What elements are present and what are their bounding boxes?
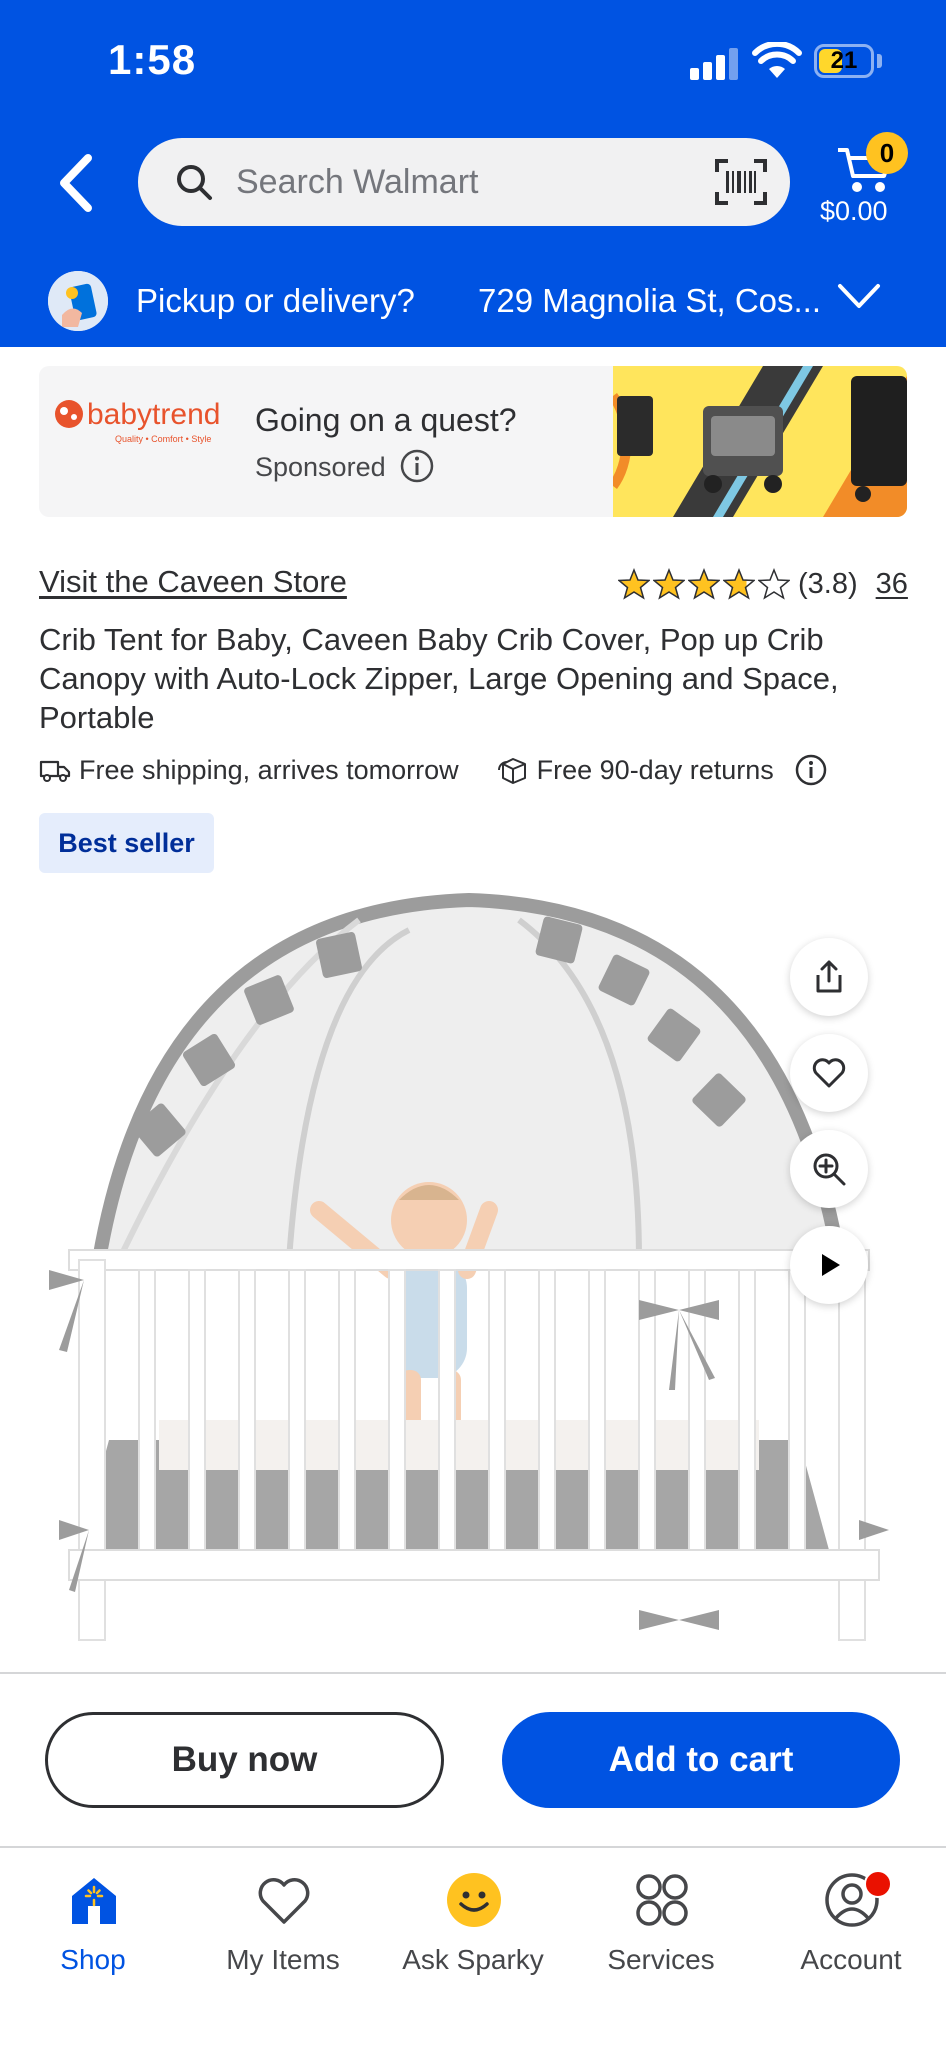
play-icon (822, 1254, 840, 1276)
status-time: 1:58 (108, 36, 197, 83)
tab-label: Ask Sparky (402, 1944, 544, 1975)
cart-button[interactable]: 0 $0.00 (818, 132, 928, 232)
tab-ask-sparky[interactable]: Ask Sparky (388, 1872, 558, 1982)
tab-label: Services (607, 1944, 715, 1975)
sponsored-ad-banner[interactable]: babytrend Quality • Comfort • Style Goin… (39, 366, 907, 517)
ad-title: Going on a quest? (255, 402, 517, 438)
tab-services[interactable]: Services (576, 1872, 746, 1982)
notification-dot (864, 1870, 892, 1898)
best-seller-badge: Best seller (39, 813, 214, 873)
star-empty-icon (758, 568, 790, 600)
truck-icon (39, 760, 71, 782)
add-to-cart-button[interactable]: Add to cart (502, 1712, 900, 1808)
favorite-button[interactable] (790, 1034, 868, 1112)
shipping-text: Free shipping, arrives tomorrow (79, 754, 459, 785)
services-icon (636, 1874, 688, 1926)
fulfillment-info: Free shipping, arrives tomorrow Free 90-… (39, 752, 828, 788)
search-icon (177, 165, 212, 200)
search-input[interactable] (236, 138, 636, 226)
pickup-label: Pickup or delivery? (136, 282, 415, 319)
star-partial-icon (723, 568, 755, 600)
tab-shop[interactable]: Shop (8, 1872, 178, 1982)
pickup-avatar-icon (48, 271, 108, 331)
divider (0, 1672, 946, 1674)
zoom-button[interactable] (790, 1130, 868, 1208)
search-bar[interactable] (138, 138, 790, 226)
cart-total: $0.00 (820, 196, 888, 226)
star-full-icon (653, 568, 685, 600)
battery-level: 21 (830, 47, 858, 74)
product-rating[interactable]: (3.8) 36 (618, 564, 908, 604)
svg-text:Quality • Comfort • Style: Quality • Comfort • Style (115, 434, 211, 444)
visit-store-link[interactable]: Visit the Caveen Store (39, 564, 347, 600)
back-arrow-icon[interactable] (50, 150, 106, 216)
svg-text:babytrend: babytrend (87, 398, 220, 431)
star-full-icon (688, 568, 720, 600)
zoom-in-icon (813, 1153, 846, 1186)
product-image[interactable] (39, 890, 907, 1674)
info-icon[interactable] (794, 753, 828, 787)
cellular-signal-icon (690, 46, 738, 80)
tab-label: Account (800, 1944, 902, 1975)
tab-my-items[interactable]: My Items (198, 1872, 368, 1982)
returns-box-icon (497, 758, 526, 784)
tab-label: My Items (226, 1944, 340, 1975)
ad-sponsored-label: Sponsored (255, 452, 386, 482)
buy-now-button[interactable]: Buy now (45, 1712, 444, 1808)
pickup-delivery-selector[interactable]: Pickup or delivery? 729 Magnolia St, Cos… (0, 260, 946, 347)
tab-account[interactable]: Account (766, 1870, 936, 1982)
battery-icon: 21 (814, 44, 874, 78)
status-bar: 1:58 21 (0, 0, 946, 120)
babytrend-logo: babytrend Quality • Comfort • Style (55, 398, 220, 444)
rating-value: (3.8) (798, 567, 858, 600)
heart-icon (812, 1058, 846, 1088)
chevron-down-icon[interactable] (836, 276, 882, 316)
review-count-link[interactable]: 36 (876, 568, 908, 601)
heart-icon (258, 1878, 310, 1924)
tab-label: Shop (60, 1944, 126, 1975)
rating-stars (618, 568, 790, 600)
barcode-scanner-icon[interactable] (714, 158, 768, 206)
sparky-icon (447, 1873, 501, 1927)
cart-count-badge: 0 (866, 132, 908, 174)
app-header: 1:58 21 Search Walmart 0 $0.00 Pickup or… (0, 0, 946, 347)
bottom-tab-bar: Shop My Items Ask Sparky Services Accoun… (0, 1848, 946, 2048)
pickup-address: 729 Magnolia St, Cos... (478, 282, 822, 319)
ad-stroller-image (613, 366, 907, 517)
returns-text: Free 90-day returns (536, 754, 774, 785)
play-video-button[interactable] (790, 1226, 868, 1304)
share-button[interactable] (790, 938, 868, 1016)
product-title: Crib Tent for Baby, Caveen Baby Crib Cov… (39, 622, 839, 735)
shop-icon (72, 1878, 116, 1924)
wifi-icon (752, 42, 802, 78)
info-icon[interactable] (399, 448, 435, 484)
star-full-icon (618, 568, 650, 600)
share-icon (816, 960, 842, 993)
